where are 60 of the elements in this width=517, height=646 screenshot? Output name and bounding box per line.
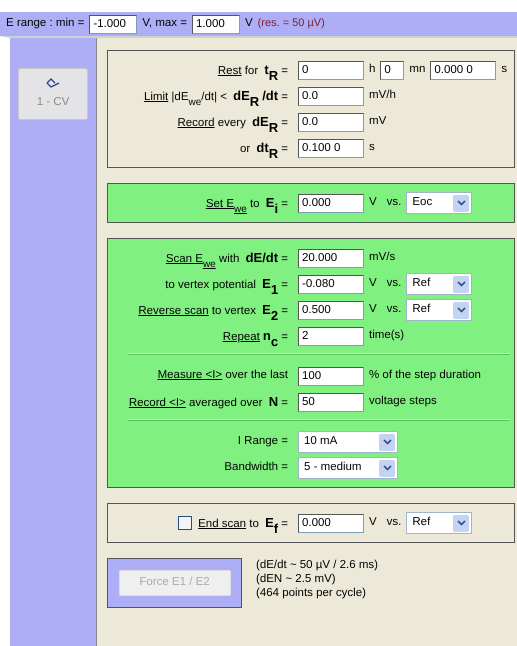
- unit-label: s: [501, 63, 508, 77]
- info-text: (dEN ~ 2.5 mV): [256, 572, 337, 586]
- dropdown[interactable]: Eoc: [406, 192, 472, 214]
- unit-label: V, max =: [142, 17, 187, 31]
- input-field[interactable]: -0.080: [298, 274, 364, 294]
- unit-label: vs.: [386, 303, 402, 317]
- input-field[interactable]: 0.500: [298, 300, 364, 320]
- chevron-down-icon: [453, 194, 470, 212]
- input-field[interactable]: 2: [298, 326, 364, 346]
- checkbox[interactable]: [178, 516, 192, 530]
- input-field[interactable]: 0: [298, 60, 364, 80]
- input-field[interactable]: 0.000: [298, 514, 364, 532]
- dropdown[interactable]: 10 mA: [298, 431, 398, 453]
- dropdown[interactable]: 5 - medium: [298, 457, 398, 479]
- field-label: Scan E$_{we}$ with dE/dt =: [164, 250, 289, 266]
- unit-label: % of the step duration: [369, 369, 481, 383]
- input-field[interactable]: 100: [298, 366, 364, 386]
- unit-label: time(s): [369, 329, 404, 343]
- input-field[interactable]: 0.100 0: [298, 138, 364, 158]
- unit-label: mV/h: [369, 89, 396, 103]
- input-field[interactable]: 0: [380, 60, 404, 80]
- chevron-down-icon: [453, 276, 470, 292]
- input-field[interactable]: 1.000: [192, 14, 240, 34]
- field-label: Measure <I> over the last: [156, 369, 289, 383]
- field-label: Bandwidth =: [223, 461, 289, 475]
- info-text: (dE/dt ~ 50 µV / 2.6 ms): [256, 558, 378, 572]
- unit-label: V: [369, 516, 377, 530]
- input-field[interactable]: 20.000: [298, 248, 364, 268]
- dropdown[interactable]: Ref: [406, 273, 472, 295]
- unit-label: h: [369, 63, 376, 77]
- unit-label: vs.: [386, 196, 402, 210]
- unit-label: V: [244, 17, 253, 31]
- cycle-icon: [46, 78, 60, 88]
- input-field[interactable]: 0.0: [298, 112, 364, 132]
- field-label: Record <I> averaged over N =: [128, 394, 289, 410]
- chevron-down-icon: [379, 434, 395, 450]
- info-text: (464 points per cycle): [256, 586, 367, 600]
- unit-label: vs.: [386, 516, 402, 530]
- resolution-text: (res. = 50 µV): [258, 17, 325, 31]
- input-field[interactable]: 0.000 0: [430, 60, 496, 80]
- unit-label: V: [369, 277, 377, 291]
- dropdown[interactable]: Ref: [406, 512, 472, 534]
- field-label: I Range =: [236, 435, 289, 449]
- input-field[interactable]: 50: [298, 392, 364, 412]
- dropdown[interactable]: Ref: [406, 299, 472, 321]
- chevron-down-icon: [453, 514, 470, 532]
- chevron-down-icon: [453, 302, 470, 318]
- input-field[interactable]: 0.0: [298, 86, 364, 106]
- input-field[interactable]: -1.000: [89, 14, 138, 34]
- unit-label: vs.: [386, 277, 402, 291]
- unit-label: mV/s: [369, 251, 396, 265]
- range-label: E range : min =: [6, 17, 84, 31]
- input-field[interactable]: 0.000: [298, 194, 364, 212]
- unit-label: V: [369, 196, 377, 210]
- unit-label: mn: [409, 63, 426, 77]
- unit-label: voltage steps: [369, 395, 437, 409]
- unit-label: V: [369, 303, 377, 317]
- chevron-down-icon: [379, 460, 395, 476]
- unit-label: s: [369, 141, 375, 155]
- unit-label: mV: [369, 115, 386, 129]
